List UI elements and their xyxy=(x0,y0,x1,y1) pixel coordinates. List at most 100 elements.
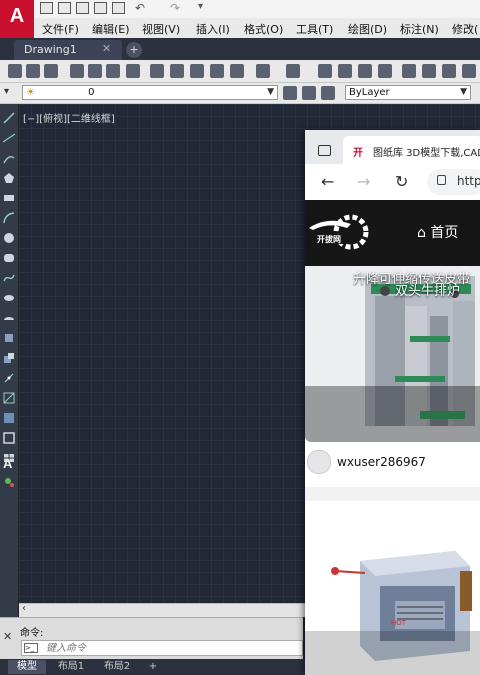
close-icon[interactable]: ✕ xyxy=(102,42,111,55)
block-editor-icon[interactable] xyxy=(230,64,244,78)
multiline-text-icon[interactable]: A xyxy=(3,456,15,471)
reload-icon[interactable]: ↻ xyxy=(395,172,408,191)
ellipse-arc-icon[interactable] xyxy=(3,312,15,324)
open-icon[interactable] xyxy=(26,64,40,78)
publish-icon[interactable] xyxy=(106,64,120,78)
address-bar[interactable]: http xyxy=(427,169,480,195)
layer-dropdown[interactable]: ☀ 0 ▼ xyxy=(22,85,278,100)
viewport-controls-label[interactable]: [−][俯视][二维线框] xyxy=(23,110,115,125)
color-dropdown[interactable]: ByLayer ▼ xyxy=(345,85,471,100)
home-link[interactable]: ⌂ 首页 xyxy=(417,222,458,242)
preview-icon[interactable] xyxy=(88,64,102,78)
url-text: http xyxy=(457,174,480,188)
zoom-window-icon[interactable] xyxy=(358,64,372,78)
new-tab-button[interactable]: + xyxy=(126,42,142,58)
tab-drawing1[interactable]: Drawing1 ✕ xyxy=(14,40,122,60)
layer-state-icon[interactable]: ▾ xyxy=(4,86,9,97)
layer-properties-icon[interactable] xyxy=(321,86,335,100)
menu-tools[interactable]: 工具(T) xyxy=(296,21,333,37)
model-card[interactable]: HOT xyxy=(305,501,480,675)
rectangle-icon[interactable] xyxy=(3,192,15,204)
chevron-down-icon: ▼ xyxy=(460,87,467,97)
pan-icon[interactable] xyxy=(318,64,332,78)
menu-view[interactable]: 视图(V) xyxy=(142,21,180,37)
open-icon[interactable] xyxy=(58,2,71,14)
tab-label: Drawing1 xyxy=(24,43,77,56)
spline-icon[interactable] xyxy=(3,272,15,284)
markup-icon[interactable] xyxy=(462,64,476,78)
make-block-icon[interactable] xyxy=(3,352,15,364)
forward-icon[interactable]: → xyxy=(357,172,370,191)
app-logo-button[interactable]: A xyxy=(0,0,34,38)
author-name[interactable]: wxuser286967 xyxy=(337,455,426,469)
point-icon[interactable] xyxy=(3,372,15,384)
site-logo[interactable]: 开拔网 xyxy=(307,212,371,252)
paste-icon[interactable] xyxy=(190,64,204,78)
design-center-icon[interactable] xyxy=(422,64,436,78)
print-icon[interactable] xyxy=(112,2,125,14)
circle-icon[interactable] xyxy=(3,232,15,244)
tab-layout1[interactable]: 布局1 xyxy=(50,660,92,674)
command-prompt-icon[interactable]: >_ xyxy=(24,643,38,653)
sidebar-toggle-icon[interactable] xyxy=(318,145,331,156)
new-icon[interactable] xyxy=(40,2,53,14)
construction-line-icon[interactable] xyxy=(3,132,15,144)
back-icon[interactable]: ← xyxy=(321,172,334,191)
plot-icon[interactable] xyxy=(70,64,84,78)
menu-modify[interactable]: 修改( xyxy=(452,21,478,37)
logo-text: 开拔网 xyxy=(317,234,341,244)
avatar[interactable] xyxy=(307,450,331,474)
tab-layout2[interactable]: 布局2 xyxy=(96,660,138,674)
ellipse-icon[interactable] xyxy=(3,292,15,304)
menu-insert[interactable]: 插入(I) xyxy=(196,21,230,37)
zoom-previous-icon[interactable] xyxy=(378,64,392,78)
redo-icon[interactable] xyxy=(286,64,300,78)
polygon-icon[interactable] xyxy=(3,172,15,184)
save-as-icon[interactable] xyxy=(94,2,107,14)
properties-icon[interactable] xyxy=(402,64,416,78)
make-current-layer-icon[interactable] xyxy=(283,86,297,100)
arc-icon[interactable] xyxy=(3,212,15,224)
zoom-realtime-icon[interactable] xyxy=(338,64,352,78)
match-properties-icon[interactable] xyxy=(210,64,224,78)
menu-bar: 文件(F) 编辑(E) 视图(V) 插入(I) 格式(O) 工具(T) 绘图(D… xyxy=(34,18,480,39)
polyline-icon[interactable] xyxy=(3,152,15,164)
draw-palette: A xyxy=(0,104,19,624)
browser-window: 开 图纸库 3D模型下载,CAD ← → ↻ http 开拔网 ⌂ 首页 升降可… xyxy=(305,130,480,675)
browser-tab[interactable]: 开 图纸库 3D模型下载,CAD xyxy=(343,136,480,164)
menu-file[interactable]: 文件(F) xyxy=(42,21,79,37)
insert-block-icon[interactable] xyxy=(3,332,15,344)
quick-access-dropdown-icon[interactable]: ▾ xyxy=(198,1,203,12)
close-icon[interactable]: ✕ xyxy=(3,630,12,643)
revision-cloud-icon[interactable] xyxy=(3,252,15,264)
layer-value: 0 xyxy=(88,87,95,98)
lock-icon[interactable] xyxy=(437,175,446,185)
cut-icon[interactable] xyxy=(150,64,164,78)
command-input[interactable] xyxy=(46,642,296,654)
layer-previous-icon[interactable] xyxy=(302,86,316,100)
undo-icon[interactable] xyxy=(256,64,270,78)
command-input-box[interactable]: >_ xyxy=(21,640,303,656)
menu-format[interactable]: 格式(O) xyxy=(244,21,283,37)
add-layout-button[interactable]: + xyxy=(145,660,161,674)
tab-model[interactable]: 模型 xyxy=(8,660,46,674)
undo-icon[interactable]: ↶ xyxy=(135,1,145,15)
menu-draw[interactable]: 绘图(D) xyxy=(348,21,387,37)
3d-dwf-icon[interactable] xyxy=(126,64,140,78)
save-icon[interactable] xyxy=(44,64,58,78)
redo-icon[interactable]: ↷ xyxy=(170,1,180,15)
region-icon[interactable] xyxy=(3,432,15,444)
copy-icon[interactable] xyxy=(170,64,184,78)
save-icon[interactable] xyxy=(76,2,89,14)
hatch-icon[interactable] xyxy=(3,392,15,404)
menu-edit[interactable]: 编辑(E) xyxy=(92,21,130,37)
gradient-icon[interactable] xyxy=(3,412,15,424)
add-selected-icon[interactable] xyxy=(3,476,15,488)
browser-tab-title: 图纸库 3D模型下载,CAD xyxy=(373,148,480,159)
tool-palette-icon[interactable] xyxy=(442,64,456,78)
scroll-left-icon[interactable]: ‹ xyxy=(22,603,26,614)
hot-label: HOT xyxy=(391,619,407,627)
qnew-icon[interactable] xyxy=(8,64,22,78)
menu-dimension[interactable]: 标注(N) xyxy=(400,21,439,37)
line-icon[interactable] xyxy=(3,112,15,124)
